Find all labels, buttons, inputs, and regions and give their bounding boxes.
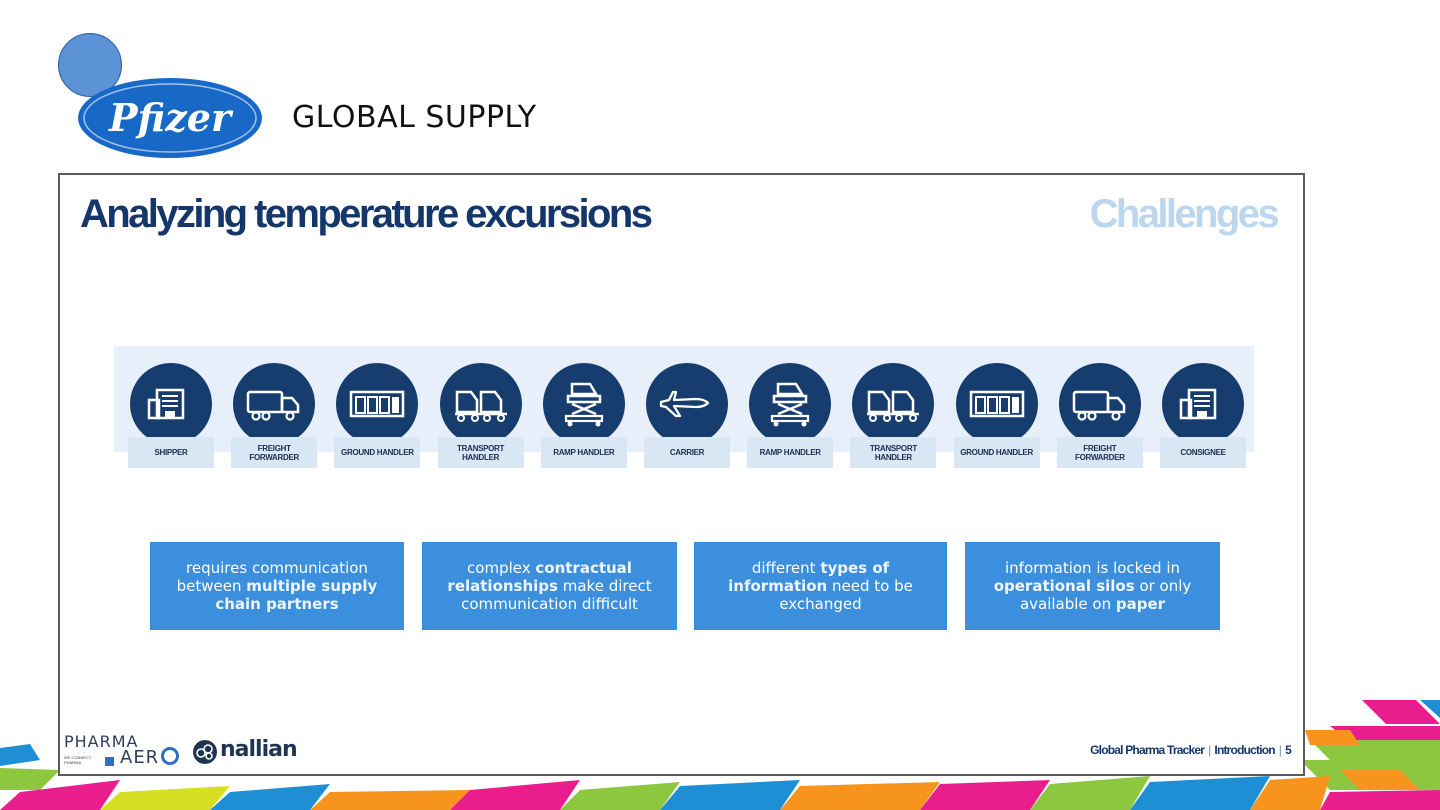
challenge-text-part: complex bbox=[467, 559, 536, 577]
challenge-box: different types of information need to b… bbox=[694, 542, 947, 630]
challenge-highlight: operational silos bbox=[993, 577, 1135, 595]
challenge-highlight: paper bbox=[1115, 595, 1166, 613]
chain-step-label: GROUND HANDLER bbox=[334, 437, 421, 468]
chain-step: FREIGHT FORWARDER bbox=[1056, 363, 1143, 468]
pfizer-logo: Pfizer bbox=[78, 78, 262, 158]
loader-icon bbox=[564, 382, 603, 427]
nallian-logo: nallian bbox=[220, 737, 298, 762]
chain-step: RAMP HANDLER bbox=[747, 363, 834, 468]
chain-step: TRANSPORT HANDLER bbox=[850, 363, 937, 468]
slide-footer: Global Pharma Tracker | Introduction | 5 bbox=[1090, 743, 1292, 757]
truck-icon bbox=[1072, 390, 1126, 421]
section-label: Challenges bbox=[1089, 192, 1280, 236]
challenge-text: information is locked in operational sil… bbox=[977, 559, 1208, 613]
chain-step-badge bbox=[1162, 363, 1244, 445]
cargo-dolly-icon bbox=[867, 390, 920, 422]
chain-step-label: RAMP HANDLER bbox=[540, 437, 627, 468]
footer-chapter: Introduction bbox=[1214, 743, 1275, 757]
chain-step: FREIGHT FORWARDER bbox=[231, 363, 318, 468]
warehouse-icon bbox=[1179, 388, 1217, 420]
chain-step-label: FREIGHT FORWARDER bbox=[231, 437, 318, 468]
challenge-text: requires communication between multiple … bbox=[162, 559, 392, 613]
chain-step-label: TRANSPORT HANDLER bbox=[850, 437, 937, 468]
chain-step-label: CARRIER bbox=[644, 437, 730, 468]
cargo-dolly-icon bbox=[454, 390, 507, 422]
chain-step-badge bbox=[233, 363, 316, 445]
footer-doc: Global Pharma Tracker bbox=[1090, 743, 1205, 757]
slide: Analyzing temperature excursions Challen… bbox=[58, 173, 1305, 776]
challenge-box: complex contractual relationships make d… bbox=[422, 542, 677, 630]
chain-step-badge bbox=[336, 363, 419, 445]
challenge-text: complex contractual relationships make d… bbox=[434, 559, 665, 613]
pharma-aero-square bbox=[105, 757, 114, 766]
page-number: 5 bbox=[1285, 743, 1292, 757]
chain-step: CONSIGNEE bbox=[1160, 363, 1246, 468]
truck-icon bbox=[246, 390, 300, 421]
challenge-text-part: information is locked in bbox=[1004, 559, 1181, 577]
airplane-icon bbox=[659, 390, 710, 418]
chain-step: RAMP HANDLER bbox=[540, 363, 627, 468]
pharma-aero-tagline: WE CONNECT PHARMA bbox=[64, 755, 92, 765]
chain-step-badge bbox=[1058, 363, 1141, 445]
warehouse-icon bbox=[147, 388, 185, 420]
chain-step-badge bbox=[439, 363, 522, 445]
challenge-box: requires communication between multiple … bbox=[150, 542, 404, 630]
chain-step: SHIPPER bbox=[128, 363, 214, 468]
slide-title: Analyzing temperature excursions bbox=[80, 192, 653, 236]
pfizer-wordmark: Pfizer bbox=[108, 95, 234, 140]
chain-step-badge bbox=[852, 363, 935, 445]
challenge-text: different types of information need to b… bbox=[706, 559, 935, 613]
aero-ring-icon bbox=[161, 747, 179, 765]
chain-step-label: GROUND HANDLER bbox=[953, 437, 1040, 468]
chain-step: TRANSPORT HANDLER bbox=[437, 363, 524, 468]
warehouse-doors-icon bbox=[969, 390, 1024, 418]
chain-step: CARRIER bbox=[644, 363, 730, 468]
pharma-aero-logo-bottom: AER bbox=[120, 747, 160, 768]
warehouse-doors-icon bbox=[350, 390, 405, 418]
chain-step-label: FREIGHT FORWARDER bbox=[1056, 437, 1143, 468]
chain-step-badge bbox=[955, 363, 1038, 445]
header-subtitle: GLOBAL SUPPLY bbox=[292, 100, 537, 135]
challenge-box: information is locked in operational sil… bbox=[965, 542, 1220, 630]
chain-step-label: SHIPPER bbox=[128, 437, 214, 468]
chain-step-label: CONSIGNEE bbox=[1160, 437, 1246, 468]
chain-step: GROUND HANDLER bbox=[953, 363, 1040, 468]
chain-step-badge bbox=[646, 363, 728, 445]
challenge-text-part: different bbox=[751, 559, 821, 577]
chain-step-badge bbox=[542, 363, 625, 445]
chain-step-badge bbox=[130, 363, 212, 445]
chain-step-badge bbox=[749, 363, 832, 445]
chain-step-label: RAMP HANDLER bbox=[747, 437, 834, 468]
chain-step: GROUND HANDLER bbox=[334, 363, 421, 468]
loader-icon bbox=[771, 382, 810, 427]
nallian-icon bbox=[193, 740, 217, 764]
chain-step-label: TRANSPORT HANDLER bbox=[437, 437, 524, 468]
